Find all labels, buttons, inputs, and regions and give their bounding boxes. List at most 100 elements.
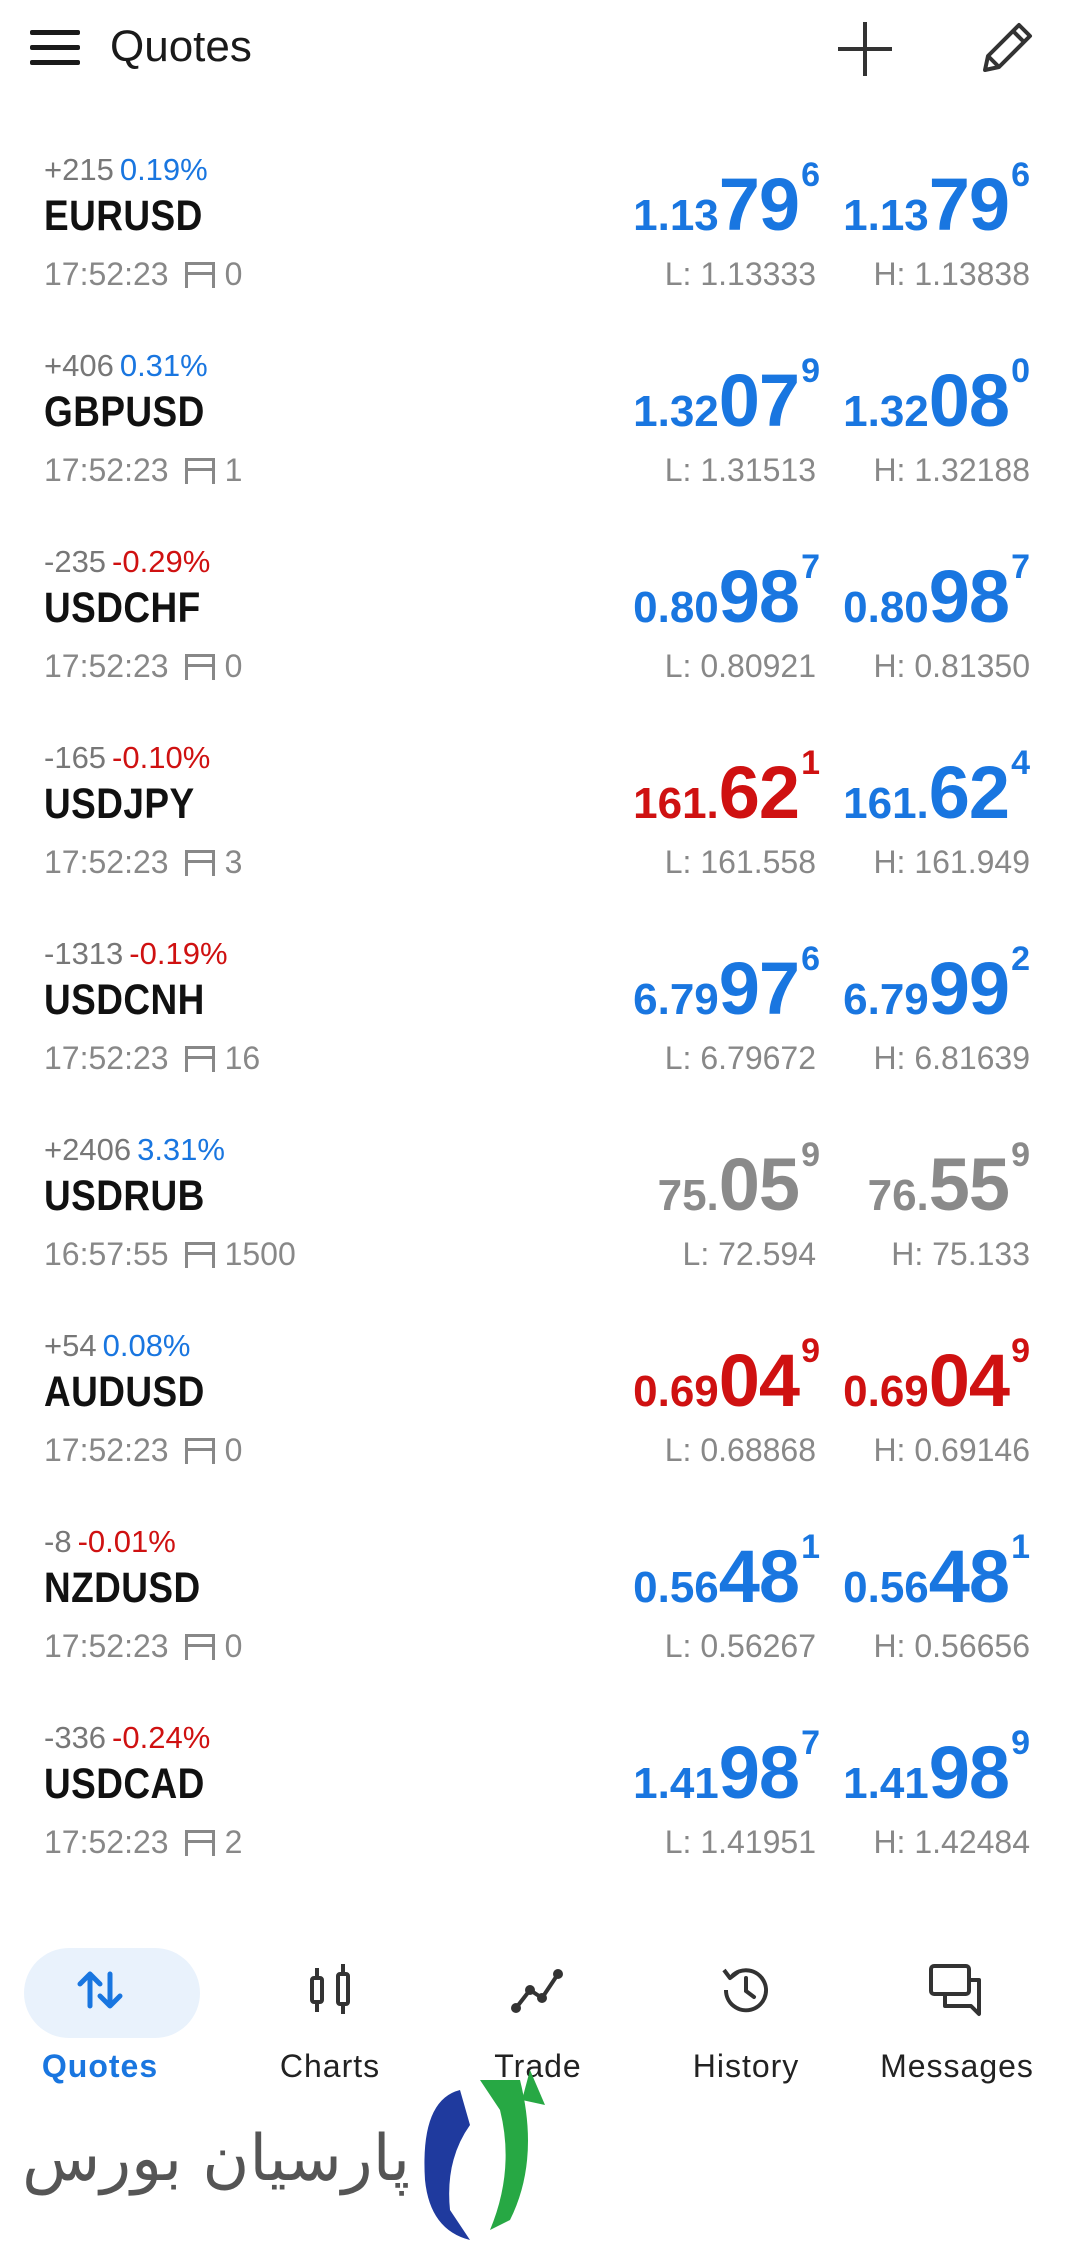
bid-price-prefix: 161. bbox=[633, 779, 719, 828]
spread-value: 1 bbox=[224, 452, 243, 488]
low-price: L: 6.79672 bbox=[664, 1040, 816, 1076]
history-icon bbox=[722, 1968, 768, 2013]
bid-price: 161.621 bbox=[633, 744, 820, 835]
change-percent: -0.19% bbox=[129, 936, 228, 971]
quote-row-usdcnh[interactable]: -1313 -0.19% USDCNH 17:52:23 16 6.79976 6.7999… bbox=[0, 914, 1080, 1110]
change-points: -165 -0.10% bbox=[44, 740, 210, 776]
spread-icon bbox=[184, 261, 215, 288]
ask-price-prefix: 6.79 bbox=[843, 975, 929, 1024]
edit-icon[interactable] bbox=[975, 16, 1039, 80]
spread-icon bbox=[184, 849, 215, 876]
bid-price-fraction: 7 bbox=[801, 548, 820, 586]
ask-price: 0.69049 bbox=[843, 1332, 1030, 1423]
spread-icon bbox=[184, 1829, 215, 1856]
quote-row-eurusd[interactable]: +215 0.19% EURUSD 17:52:23 0 1.13796 1.13796 L:… bbox=[0, 130, 1080, 326]
bid-price-prefix: 0.56 bbox=[633, 1563, 719, 1612]
quote-meta: 16:57:55 1500 bbox=[44, 1236, 296, 1273]
top-app-bar: Quotes bbox=[0, 0, 1080, 100]
quote-time: 17:52:23 bbox=[44, 844, 169, 880]
quote-row-usdrub[interactable]: +2406 3.31% USDRUB 16:57:55 1500 75.059 76.559… bbox=[0, 1110, 1080, 1306]
spread-icon bbox=[184, 1437, 215, 1464]
bid-price-prefix: 1.41 bbox=[633, 1759, 719, 1808]
bid-price-prefix: 75. bbox=[657, 1171, 719, 1220]
spread-value: 0 bbox=[224, 1432, 243, 1468]
spread-icon bbox=[184, 1241, 215, 1268]
ask-price-pips: 55 bbox=[928, 1143, 1010, 1226]
ask-price: 161.624 bbox=[843, 744, 1030, 835]
quote-time: 17:52:23 bbox=[44, 1628, 169, 1664]
spread-value: 0 bbox=[224, 256, 243, 292]
low-price: L: 0.80921 bbox=[664, 648, 816, 684]
change-points: +54 0.08% bbox=[44, 1328, 191, 1364]
bid-price-pips: 98 bbox=[718, 1731, 800, 1814]
high-price: H: 75.133 bbox=[891, 1236, 1030, 1272]
quote-row-usdcad[interactable]: -336 -0.24% USDCAD 17:52:23 2 1.41987 1.41989 L… bbox=[0, 1698, 1080, 1894]
add-icon[interactable] bbox=[834, 18, 896, 80]
quote-row-usdjpy[interactable]: -165 -0.10% USDJPY 17:52:23 3 161.621 161.624 L… bbox=[0, 718, 1080, 914]
high-price: H: 0.81350 bbox=[873, 648, 1030, 684]
quote-time: 17:52:23 bbox=[44, 1432, 169, 1468]
spread-value: 3 bbox=[224, 844, 243, 880]
spread-value: 0 bbox=[224, 1628, 243, 1664]
spread-value: 16 bbox=[224, 1040, 261, 1076]
ask-price: 1.13796 bbox=[843, 156, 1030, 247]
quotes-list: +215 0.19% EURUSD 17:52:23 0 1.13796 1.13796 L:… bbox=[0, 130, 1080, 1894]
quote-meta: 17:52:23 0 bbox=[44, 1432, 242, 1469]
quote-row-usdchf[interactable]: -235 -0.29% USDCHF 17:52:23 0 0.80987 0.80987 L… bbox=[0, 522, 1080, 718]
nav-messages[interactable]: Messages bbox=[857, 1940, 1057, 2100]
ask-price-prefix: 0.80 bbox=[843, 583, 929, 632]
svg-text:پارسیان بورس: پارسیان بورس bbox=[22, 2122, 410, 2196]
change-value: +406 bbox=[44, 348, 114, 383]
symbol-name: USDCAD bbox=[44, 1760, 205, 1808]
quote-row-audusd[interactable]: +54 0.08% AUDUSD 17:52:23 0 0.69049 0.69049 L: … bbox=[0, 1306, 1080, 1502]
high-price: H: 161.949 bbox=[873, 844, 1030, 880]
high-price: H: 0.69146 bbox=[873, 1432, 1030, 1468]
ask-price-fraction: 7 bbox=[1011, 548, 1030, 586]
ask-price-fraction: 9 bbox=[1011, 1332, 1030, 1370]
ask-price-fraction: 1 bbox=[1011, 1528, 1030, 1566]
symbol-name: EURUSD bbox=[44, 192, 203, 240]
ask-price-pips: 99 bbox=[928, 947, 1010, 1030]
quote-meta: 17:52:23 16 bbox=[44, 1040, 260, 1077]
menu-icon[interactable] bbox=[30, 28, 80, 68]
symbol-name: USDCNH bbox=[44, 976, 205, 1024]
bid-price-prefix: 1.32 bbox=[633, 387, 719, 436]
ask-price-prefix: 1.41 bbox=[843, 1759, 929, 1808]
quote-row-nzdusd[interactable]: -8 -0.01% NZDUSD 17:52:23 0 0.56481 0.56481 L: … bbox=[0, 1502, 1080, 1698]
spread-icon bbox=[184, 653, 215, 680]
bid-price: 1.13796 bbox=[633, 156, 820, 247]
ask-price-prefix: 161. bbox=[843, 779, 929, 828]
ask-price-fraction: 9 bbox=[1011, 1136, 1030, 1174]
quote-meta: 17:52:23 3 bbox=[44, 844, 242, 881]
quote-meta: 17:52:23 0 bbox=[44, 1628, 242, 1665]
high-price: H: 1.32188 bbox=[873, 452, 1030, 488]
high-price: H: 6.81639 bbox=[873, 1040, 1030, 1076]
ask-price-prefix: 1.32 bbox=[843, 387, 929, 436]
change-percent: -0.01% bbox=[77, 1524, 176, 1559]
bid-price-pips: 97 bbox=[718, 947, 800, 1030]
high-price: H: 1.13838 bbox=[873, 256, 1030, 292]
change-value: -8 bbox=[44, 1524, 72, 1559]
bid-price-pips: 98 bbox=[718, 555, 800, 638]
bid-price: 75.059 bbox=[657, 1136, 820, 1227]
nav-history[interactable]: History bbox=[646, 1940, 846, 2100]
spread-value: 2 bbox=[224, 1824, 243, 1860]
change-percent: -0.29% bbox=[112, 544, 211, 579]
bid-price-fraction: 9 bbox=[801, 1136, 820, 1174]
symbol-name: USDRUB bbox=[44, 1172, 205, 1220]
charts-icon bbox=[310, 1964, 350, 2014]
bid-price-fraction: 6 bbox=[801, 156, 820, 194]
change-points: +215 0.19% bbox=[44, 152, 208, 188]
low-price: L: 1.31513 bbox=[664, 452, 816, 488]
change-percent: 3.31% bbox=[137, 1132, 225, 1167]
quote-meta: 17:52:23 1 bbox=[44, 452, 242, 489]
quote-row-gbpusd[interactable]: +406 0.31% GBPUSD 17:52:23 1 1.32079 1.32080 L:… bbox=[0, 326, 1080, 522]
symbol-name: AUDUSD bbox=[44, 1368, 205, 1416]
spread-icon bbox=[184, 1633, 215, 1660]
ask-price: 6.79992 bbox=[843, 940, 1030, 1031]
nav-label: Messages bbox=[880, 2048, 1034, 2084]
quote-time: 17:52:23 bbox=[44, 1824, 169, 1860]
change-value: +215 bbox=[44, 152, 114, 187]
change-percent: 0.19% bbox=[119, 152, 208, 187]
bid-price: 0.69049 bbox=[633, 1332, 820, 1423]
